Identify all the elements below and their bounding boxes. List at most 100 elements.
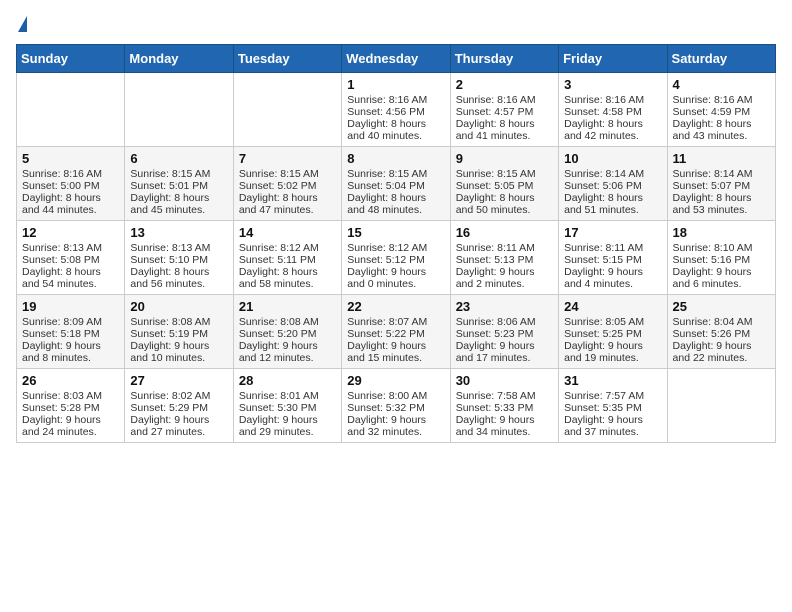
day-info-line: Sunrise: 7:57 AM xyxy=(564,390,661,402)
day-info-line: Daylight: 9 hours xyxy=(456,266,553,278)
day-info-line: Sunrise: 8:10 AM xyxy=(673,242,770,254)
day-info-line: Sunrise: 8:11 AM xyxy=(456,242,553,254)
day-number: 18 xyxy=(673,225,770,240)
day-info-line: Sunset: 5:12 PM xyxy=(347,254,444,266)
calendar-cell: 29Sunrise: 8:00 AMSunset: 5:32 PMDayligh… xyxy=(342,369,450,443)
day-info-line: Daylight: 9 hours xyxy=(564,414,661,426)
day-info-line: Sunset: 5:11 PM xyxy=(239,254,336,266)
day-number: 16 xyxy=(456,225,553,240)
page-header xyxy=(16,16,776,32)
header-thursday: Thursday xyxy=(450,45,558,73)
calendar-cell: 12Sunrise: 8:13 AMSunset: 5:08 PMDayligh… xyxy=(17,221,125,295)
day-info-line: Daylight: 8 hours xyxy=(456,118,553,130)
calendar-cell: 21Sunrise: 8:08 AMSunset: 5:20 PMDayligh… xyxy=(233,295,341,369)
day-info-line: Daylight: 9 hours xyxy=(22,340,119,352)
day-info-line: Sunrise: 8:04 AM xyxy=(673,316,770,328)
day-info-line: Daylight: 8 hours xyxy=(130,192,227,204)
day-number: 11 xyxy=(673,151,770,166)
calendar-cell: 31Sunrise: 7:57 AMSunset: 5:35 PMDayligh… xyxy=(559,369,667,443)
header-sunday: Sunday xyxy=(17,45,125,73)
day-info-line: and 37 minutes. xyxy=(564,426,661,438)
day-info-line: Sunset: 5:28 PM xyxy=(22,402,119,414)
day-info-line: Daylight: 8 hours xyxy=(22,192,119,204)
week-row-1: 1 Sunrise: 8:16 AMSunset: 4:56 PM Daylight… xyxy=(17,73,776,147)
day-info-line: Daylight: 9 hours xyxy=(456,414,553,426)
day-number: 5 xyxy=(22,151,119,166)
day-number: 24 xyxy=(564,299,661,314)
calendar-cell: 14Sunrise: 8:12 AMSunset: 5:11 PMDayligh… xyxy=(233,221,341,295)
day-info-line: Sunset: 5:06 PM xyxy=(564,180,661,192)
day-info-line: and 41 minutes. xyxy=(456,130,553,142)
day-info-line: Sunrise: 8:13 AM xyxy=(130,242,227,254)
day-info-line: and 54 minutes. xyxy=(22,278,119,290)
day-info-line: Daylight: 8 hours xyxy=(130,266,227,278)
day-info-line: Sunset: 5:04 PM xyxy=(347,180,444,192)
day-info-line: and 17 minutes. xyxy=(456,352,553,364)
day-info-line: Daylight: 9 hours xyxy=(564,340,661,352)
day-info-line: Sunset: 5:05 PM xyxy=(456,180,553,192)
day-info-line: Sunrise: 8:07 AM xyxy=(347,316,444,328)
day-info-line: Sunset: 5:16 PM xyxy=(673,254,770,266)
calendar-cell: 13Sunrise: 8:13 AMSunset: 5:10 PMDayligh… xyxy=(125,221,233,295)
day-info-line: and 51 minutes. xyxy=(564,204,661,216)
day-info-line: Daylight: 9 hours xyxy=(22,414,119,426)
day-info-line: Sunrise: 8:00 AM xyxy=(347,390,444,402)
day-info-line: and 12 minutes. xyxy=(239,352,336,364)
calendar-cell: 11Sunrise: 8:14 AMSunset: 5:07 PMDayligh… xyxy=(667,147,775,221)
day-info-line: Daylight: 8 hours xyxy=(673,192,770,204)
day-info-line: Sunset: 5:35 PM xyxy=(564,402,661,414)
calendar-cell: 23Sunrise: 8:06 AMSunset: 5:23 PMDayligh… xyxy=(450,295,558,369)
day-info-line: Sunrise: 8:05 AM xyxy=(564,316,661,328)
day-info-line: Sunrise: 8:13 AM xyxy=(22,242,119,254)
day-info-line: and 0 minutes. xyxy=(347,278,444,290)
calendar-cell: 4Sunrise: 8:16 AMSunset: 4:59 PMDaylight… xyxy=(667,73,775,147)
day-info-line: and 50 minutes. xyxy=(456,204,553,216)
day-info-line: and 44 minutes. xyxy=(22,204,119,216)
day-info-line: Sunset: 4:59 PM xyxy=(673,106,770,118)
day-info-line: Sunset: 4:58 PM xyxy=(564,106,661,118)
calendar-cell: 25Sunrise: 8:04 AMSunset: 5:26 PMDayligh… xyxy=(667,295,775,369)
header-saturday: Saturday xyxy=(667,45,775,73)
day-info-line: and 43 minutes. xyxy=(673,130,770,142)
calendar-cell xyxy=(125,73,233,147)
calendar-cell: 27Sunrise: 8:02 AMSunset: 5:29 PMDayligh… xyxy=(125,369,233,443)
day-info-line: and 47 minutes. xyxy=(239,204,336,216)
day-number: 8 xyxy=(347,151,444,166)
week-row-2: 5Sunrise: 8:16 AMSunset: 5:00 PMDaylight… xyxy=(17,147,776,221)
day-info-line: Sunrise: 8:08 AM xyxy=(130,316,227,328)
day-info-line: Sunrise: 8:06 AM xyxy=(456,316,553,328)
day-info-line: and 48 minutes. xyxy=(347,204,444,216)
day-info-line: and 2 minutes. xyxy=(456,278,553,290)
day-info-line: Sunrise: 8:11 AM xyxy=(564,242,661,254)
day-info-line: Daylight: 9 hours xyxy=(130,340,227,352)
day-info-line: Daylight: 9 hours xyxy=(456,340,553,352)
day-number: 25 xyxy=(673,299,770,314)
day-number: 10 xyxy=(564,151,661,166)
day-info-line: Sunrise: 8:09 AM xyxy=(22,316,119,328)
day-number: 27 xyxy=(130,373,227,388)
day-info-line: and 42 minutes. xyxy=(564,130,661,142)
day-info-line: Sunrise: 8:12 AM xyxy=(347,242,444,254)
day-number: 4 xyxy=(673,77,770,92)
calendar-table: SundayMondayTuesdayWednesdayThursdayFrid… xyxy=(16,44,776,443)
day-number: 1 xyxy=(347,77,444,92)
day-info-line: Sunset: 4:56 PM xyxy=(347,106,444,118)
calendar-cell: 7Sunrise: 8:15 AMSunset: 5:02 PMDaylight… xyxy=(233,147,341,221)
day-info-line: Sunrise: 8:03 AM xyxy=(22,390,119,402)
day-number: 21 xyxy=(239,299,336,314)
day-info-line: and 53 minutes. xyxy=(673,204,770,216)
day-number: 3 xyxy=(564,77,661,92)
day-number: 6 xyxy=(130,151,227,166)
day-info-line: Sunrise: 8:16 AM xyxy=(22,168,119,180)
day-info-line: Sunrise: 8:15 AM xyxy=(130,168,227,180)
day-info-line: Daylight: 9 hours xyxy=(564,266,661,278)
calendar-cell: 24Sunrise: 8:05 AMSunset: 5:25 PMDayligh… xyxy=(559,295,667,369)
calendar-cell xyxy=(667,369,775,443)
day-info-line: Sunset: 5:32 PM xyxy=(347,402,444,414)
day-info-line: Sunrise: 8:16 AM xyxy=(347,94,444,106)
day-info-line: Sunset: 5:19 PM xyxy=(130,328,227,340)
calendar-cell: 30Sunrise: 7:58 AMSunset: 5:33 PMDayligh… xyxy=(450,369,558,443)
day-number: 15 xyxy=(347,225,444,240)
day-info-line: Daylight: 9 hours xyxy=(673,266,770,278)
day-info-line: Sunrise: 7:58 AM xyxy=(456,390,553,402)
